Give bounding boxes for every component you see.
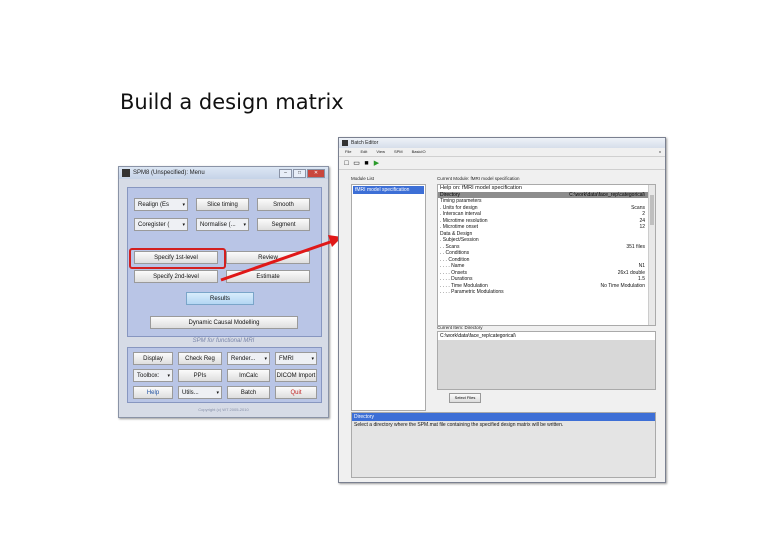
matlab-icon xyxy=(342,140,348,146)
spec-row-label: . Interscan interval xyxy=(440,211,481,217)
batch-window-title: Batch Editor xyxy=(351,140,379,146)
scrollbar[interactable] xyxy=(648,185,655,325)
menu-spm[interactable]: SPM xyxy=(394,148,403,156)
spec-row-label: . Subject/Session xyxy=(440,237,479,243)
spec-row-label: . . . Condition xyxy=(440,256,470,263)
spec-row-label: . Microtime onset xyxy=(440,224,479,230)
spec-row-label: Help on: fMRI model specification xyxy=(440,185,522,191)
menu-view[interactable]: View xyxy=(376,148,385,156)
spec-row-label: . . . . Durations xyxy=(440,276,473,282)
batch-editor-window: Batch Editor File Edit View SPM BasicIO … xyxy=(338,137,666,483)
spec-row-label: . . Scans xyxy=(440,243,460,250)
spec-row[interactable]: . . . . Parametric Modulations xyxy=(438,289,655,296)
help-text: Select a directory where the SPM.mat fil… xyxy=(354,422,564,428)
current-item-label: Current Item: Directory xyxy=(437,325,483,330)
save-icon[interactable]: ■ xyxy=(363,160,370,167)
menu-basicio[interactable]: BasicIO xyxy=(412,148,426,156)
spec-row-label: Directory xyxy=(440,191,461,198)
close-icon[interactable]: x xyxy=(659,148,661,156)
spec-row-label: . . Conditions xyxy=(440,250,470,256)
module-spec-list: Help on: fMRI model specification Directo… xyxy=(437,184,656,326)
spec-row-label: . Microtime resolution xyxy=(440,217,488,224)
spec-row-label: . . . . Onsets xyxy=(440,269,467,276)
spec-row-label: . Units for design xyxy=(440,204,478,211)
module-list: fMRI model specification xyxy=(351,184,426,411)
spec-row-label: Timing parameters xyxy=(440,198,482,204)
spec-row-label: . . . . Time Modulation xyxy=(440,282,488,289)
menu-bar: File Edit View SPM BasicIO x xyxy=(339,148,665,157)
help-title: Directory xyxy=(352,413,655,421)
menu-edit[interactable]: Edit xyxy=(360,148,367,156)
run-icon[interactable]: ▶ xyxy=(373,160,380,167)
batch-titlebar: Batch Editor xyxy=(339,138,665,148)
directory-value[interactable]: C:\work\data\face_rep\categorical\ xyxy=(438,332,655,340)
open-folder-icon[interactable]: ▭ xyxy=(353,160,360,167)
module-item[interactable]: fMRI model specification xyxy=(353,186,424,194)
new-file-icon[interactable]: □ xyxy=(343,160,350,167)
module-list-label: Module List xyxy=(351,176,375,181)
help-panel: Directory Select a directory where the S… xyxy=(351,412,656,478)
spec-row-label: . . . . Parametric Modulations xyxy=(440,289,504,295)
menu-file[interactable]: File xyxy=(345,148,351,156)
spec-row-label: Data & Design xyxy=(440,230,473,237)
select-files-button[interactable]: Select Files xyxy=(449,393,481,403)
toolbar: □ ▭ ■ ▶ xyxy=(339,157,665,170)
directory-panel: C:\work\data\face_rep\categorical\ xyxy=(437,331,656,390)
spec-row-label: . . . . Name xyxy=(440,263,465,269)
scrollbar-thumb[interactable] xyxy=(650,195,654,225)
current-module-label: Current Module: fMRI model specification xyxy=(437,176,520,181)
